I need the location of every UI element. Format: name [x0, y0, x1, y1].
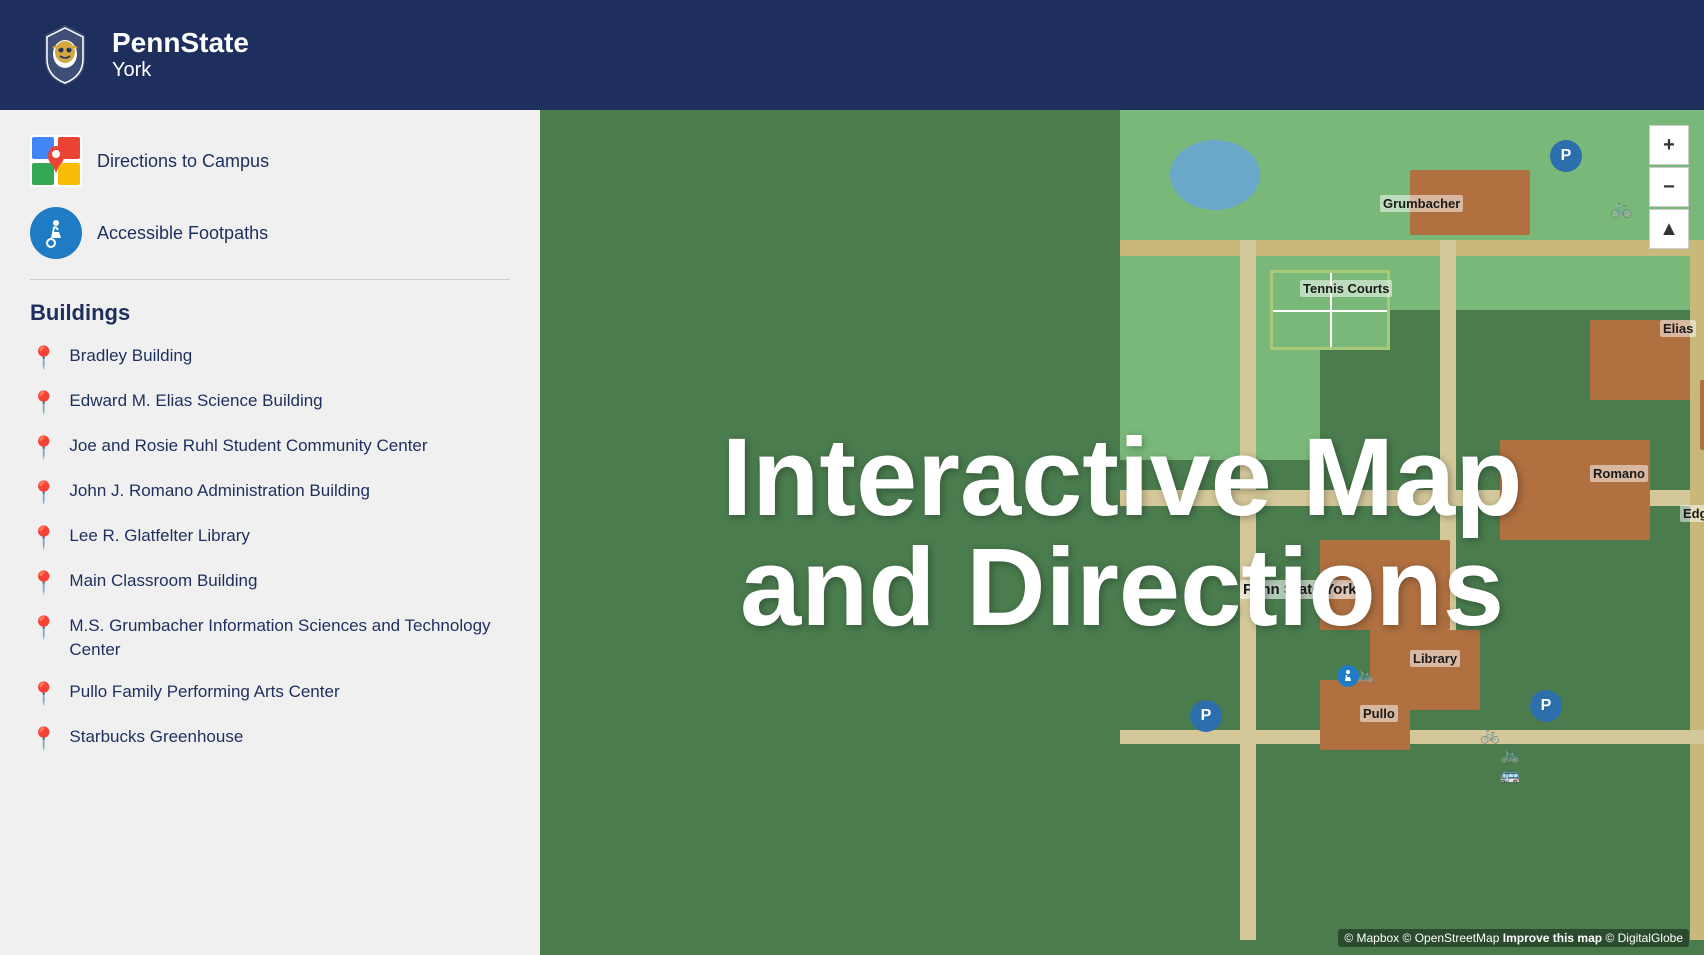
- map-attribution: © Mapbox © OpenStreetMap Improve this ma…: [1338, 929, 1689, 947]
- building-list-item[interactable]: 📍 Pullo Family Performing Arts Center: [30, 680, 510, 707]
- campus-name: York: [112, 59, 249, 82]
- building-list-item[interactable]: 📍 Edward M. Elias Science Building: [30, 389, 510, 416]
- building-name: Edward M. Elias Science Building: [69, 389, 322, 413]
- map-controls: + − ▲: [1649, 125, 1689, 249]
- map-bus-icon: 🚌: [1500, 765, 1520, 785]
- university-name: PennState: [112, 28, 249, 59]
- map-parking-2: P: [1190, 700, 1222, 732]
- buildings-heading: Buildings: [30, 300, 510, 326]
- sidebar: Directions to Campus Accessible Footpath…: [0, 110, 540, 955]
- map-label-pennstateyork: Penn State York: [1240, 580, 1360, 599]
- map-background: P P P P P P P Tennis Courts Grumbacher E…: [540, 110, 1704, 955]
- site-header: PennState York: [0, 0, 1704, 110]
- map-zoom-out-button[interactable]: −: [1649, 167, 1689, 207]
- map-parking-1: P: [1550, 140, 1582, 172]
- map-label-library: Library: [1410, 650, 1460, 667]
- building-pin-icon: 📍: [30, 435, 57, 461]
- sidebar-divider: [30, 279, 510, 280]
- map-container[interactable]: P P P P P P P Tennis Courts Grumbacher E…: [540, 110, 1704, 955]
- building-pin-icon: 📍: [30, 726, 57, 752]
- building-list-item[interactable]: 📍 John J. Romano Administration Building: [30, 479, 510, 506]
- directions-label: Directions to Campus: [97, 151, 269, 172]
- building-pin-icon: 📍: [30, 615, 57, 641]
- building-name: Lee R. Glatfelter Library: [69, 524, 249, 548]
- map-bike-3: 🚲: [1480, 725, 1500, 745]
- building-list-item[interactable]: 📍 Bradley Building: [30, 344, 510, 371]
- logo-text: PennState York: [112, 28, 249, 82]
- building-pin-icon: 📍: [30, 525, 57, 551]
- building-list-item[interactable]: 📍 Joe and Rosie Ruhl Student Community C…: [30, 434, 510, 461]
- map-road-top: [1120, 240, 1704, 256]
- building-pin-icon: 📍: [30, 570, 57, 596]
- directions-link[interactable]: Directions to Campus: [30, 135, 510, 187]
- building-name: M.S. Grumbacher Information Sciences and…: [69, 614, 510, 662]
- map-zoom-in-button[interactable]: +: [1649, 125, 1689, 165]
- map-label-elias: Elias: [1660, 320, 1696, 337]
- building-pin-icon: 📍: [30, 480, 57, 506]
- pennstate-logo-icon: [30, 20, 100, 90]
- building-list-item[interactable]: 📍 Lee R. Glatfelter Library: [30, 524, 510, 551]
- building-pin-icon: 📍: [30, 681, 57, 707]
- map-road-bot: [1120, 730, 1704, 744]
- map-building-romano: [1500, 440, 1650, 540]
- building-name: Bradley Building: [69, 344, 192, 368]
- main-content: Directions to Campus Accessible Footpath…: [0, 110, 1704, 955]
- map-label-pullo: Pullo: [1360, 705, 1398, 722]
- accessibility-icon: [30, 207, 82, 259]
- building-name: Main Classroom Building: [69, 569, 257, 593]
- map-compass-button[interactable]: ▲: [1649, 209, 1689, 249]
- buildings-list: 📍 Bradley Building 📍 Edward M. Elias Sci…: [30, 344, 510, 752]
- map-building-bradley: [1700, 380, 1704, 450]
- accessible-label: Accessible Footpaths: [97, 223, 268, 244]
- building-pin-icon: 📍: [30, 390, 57, 416]
- building-name: John J. Romano Administration Building: [69, 479, 370, 503]
- map-road-v3: [1690, 240, 1704, 940]
- building-list-item[interactable]: 📍 Main Classroom Building: [30, 569, 510, 596]
- building-list-item[interactable]: 📍 Starbucks Greenhouse: [30, 725, 510, 752]
- map-label-romano: Romano: [1590, 465, 1648, 482]
- building-name: Joe and Rosie Ruhl Student Community Cen…: [69, 434, 427, 458]
- map-label-tennis: Tennis Courts: [1300, 280, 1392, 297]
- building-pin-icon: 📍: [30, 345, 57, 371]
- building-name: Pullo Family Performing Arts Center: [69, 680, 339, 704]
- logo-container[interactable]: PennState York: [30, 20, 249, 90]
- accessible-link[interactable]: Accessible Footpaths: [30, 207, 510, 259]
- map-accessible-1: [1337, 665, 1359, 687]
- map-water: [1170, 140, 1260, 210]
- building-list-item[interactable]: 📍 M.S. Grumbacher Information Sciences a…: [30, 614, 510, 662]
- google-maps-icon: [30, 135, 82, 187]
- map-label-grumbacher: Grumbacher: [1380, 195, 1463, 212]
- map-parking-3: P: [1530, 690, 1562, 722]
- map-bike-4: 🚲: [1500, 745, 1520, 765]
- building-name: Starbucks Greenhouse: [69, 725, 243, 749]
- map-label-edgecomb: Edgecomb Ave: [1680, 505, 1704, 522]
- map-bike-1: 🚲: [1610, 198, 1632, 219]
